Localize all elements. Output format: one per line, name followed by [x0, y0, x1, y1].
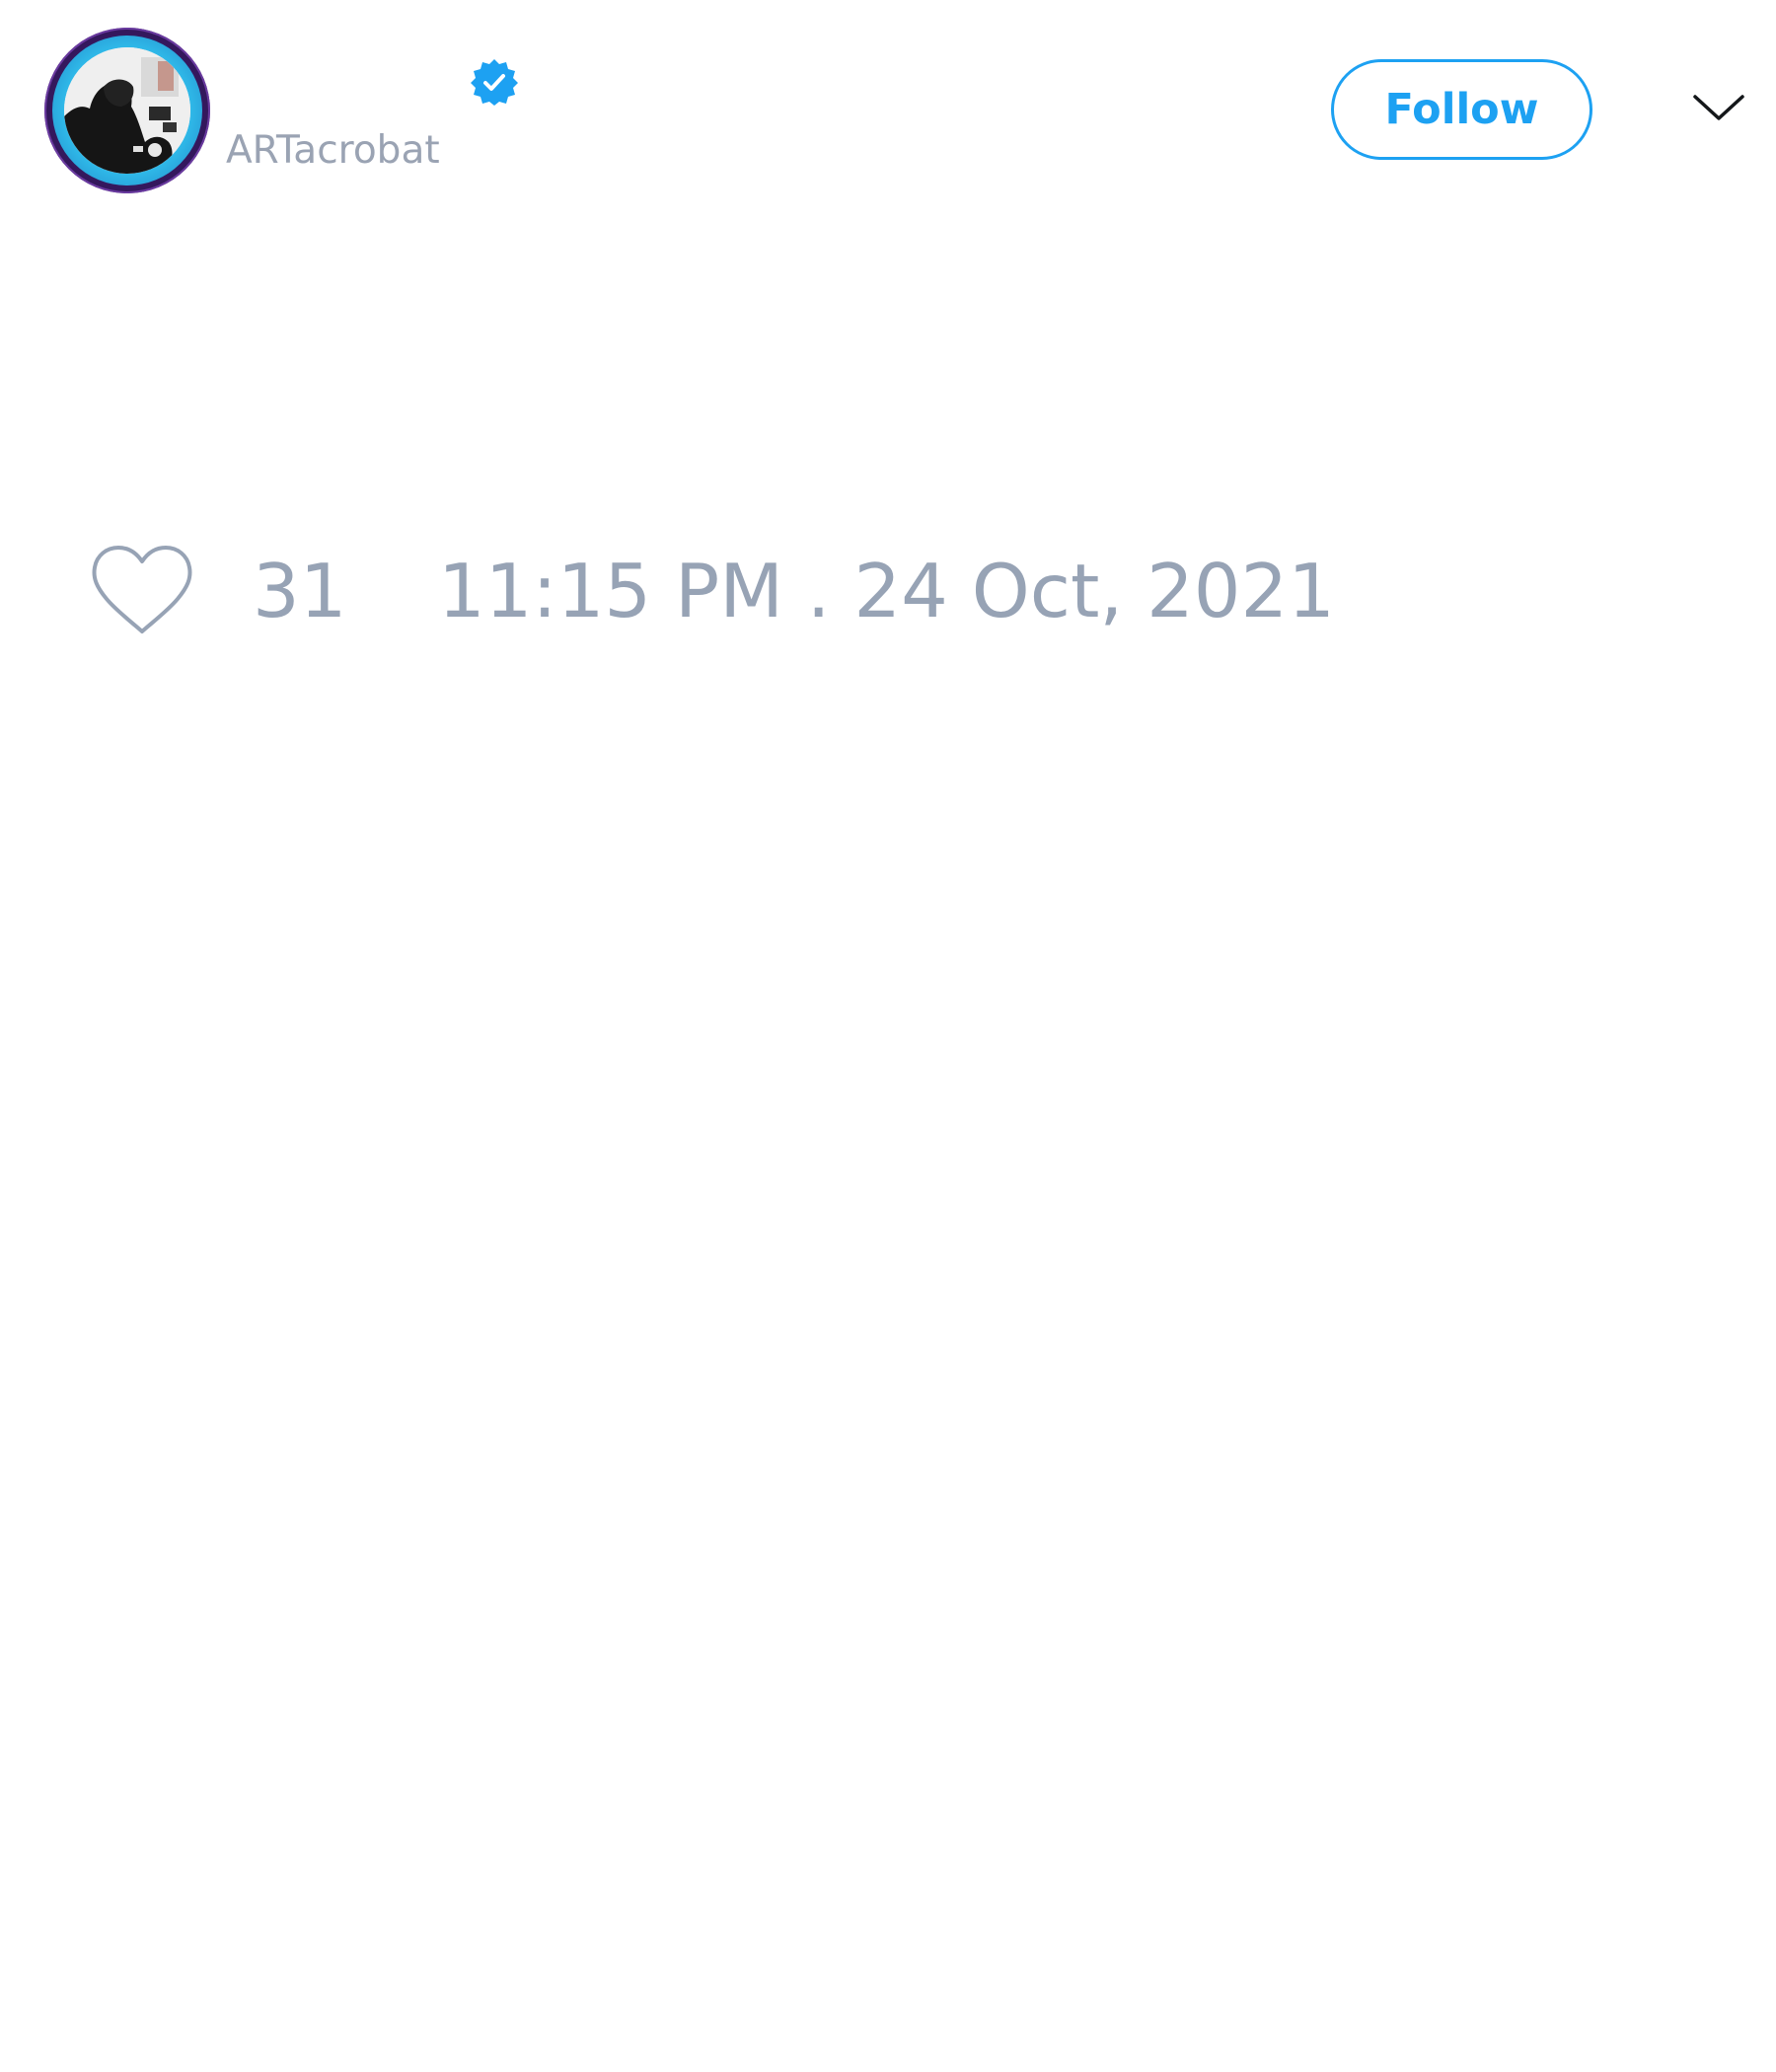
avatar[interactable]	[44, 28, 210, 193]
profile-photo-image	[64, 47, 190, 174]
verified-badge-icon	[470, 57, 519, 107]
timestamp[interactable]: 11:15 PM . 24 Oct, 2021	[438, 547, 1335, 635]
follow-button[interactable]: Follow	[1331, 59, 1592, 160]
tweet-meta: 31 11:15 PM . 24 Oct, 2021	[0, 533, 1776, 651]
avatar-photo	[64, 47, 190, 174]
heart-icon[interactable]	[89, 541, 195, 639]
like-count: 31	[253, 548, 347, 634]
user-handle[interactable]: ARTacrobat	[226, 127, 440, 175]
tweet-header: ARTacrobat Follow	[0, 0, 1776, 207]
chevron-down-icon[interactable]	[1689, 89, 1748, 128]
tweet-text	[44, 217, 1732, 513]
